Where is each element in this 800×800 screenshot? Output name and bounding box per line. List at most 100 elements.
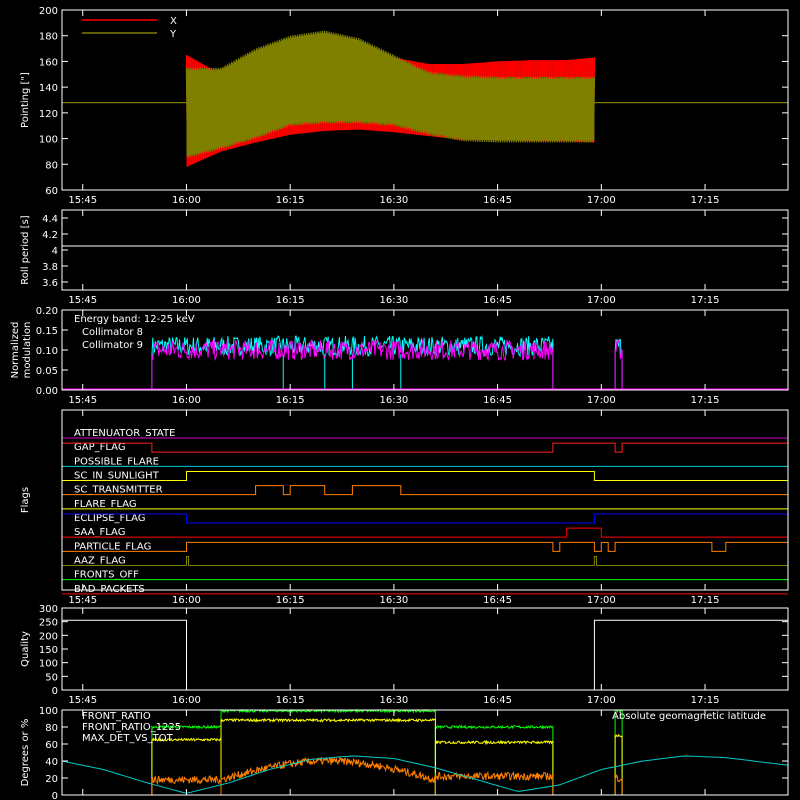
panel-4-xtick-label: 17:15	[691, 595, 720, 606]
panel-2-xtick-label: 16:30	[379, 295, 408, 306]
panel-5-xtick-label: 15:45	[68, 695, 97, 706]
panel-5-ytick-label: 300	[39, 604, 58, 615]
panel-6-ytick-label: 0	[52, 791, 58, 800]
flag-label-particle-flag: PARTICLE_FLAG	[74, 541, 151, 552]
series-y-envelope	[186, 32, 595, 156]
flag-trace-sc-transmitter	[62, 485, 788, 496]
panel-5-ytick-label: 50	[45, 672, 58, 683]
quality-trace	[62, 619, 788, 691]
panel-3-xtick-label: 17:15	[691, 395, 720, 406]
series-front-ratio-1225-trace	[614, 733, 623, 795]
panel-2-xtick-label: 17:00	[587, 295, 616, 306]
panel-3-xtick-label: 16:30	[379, 395, 408, 406]
flag-label-gap-flag: GAP_FLAG	[74, 442, 126, 453]
flag-label-eclipse-flag: ECLIPSE_FLAG	[74, 513, 145, 524]
flag-label-fronts-off: FRONTS_OFF	[74, 570, 139, 581]
panel-5-xtick-label: 16:45	[483, 695, 512, 706]
panel-2-frame	[61, 209, 789, 291]
series-front-ratio-1225-trace	[434, 739, 554, 795]
panel-4-xtick-label: 16:45	[483, 595, 512, 606]
panel-2-xtick-label: 16:45	[483, 295, 512, 306]
flag-label-possible-flare: POSSIBLE_FLARE	[74, 456, 159, 467]
panel-2-xtick-label: 16:00	[172, 295, 201, 306]
legend-front-ratio: FRONT_RATIO	[82, 711, 151, 722]
panel-3-ytick-label: 0.20	[36, 306, 58, 317]
panel-5-xtick-label: 17:00	[587, 695, 616, 706]
series-front-ratio-trace	[614, 709, 623, 795]
series-front-ratio-1225-trace	[220, 717, 436, 795]
panel-1-ytick-label: 200	[39, 6, 58, 17]
flag-label-saa-flag: SAA_FLAG	[74, 527, 125, 538]
panel-5-xtick-label: 16:30	[379, 695, 408, 706]
panel-2-ytick-label: 3.8	[42, 262, 58, 273]
panel-3-xtick-label: 15:45	[68, 395, 97, 406]
legend-label-y: Y	[169, 29, 177, 40]
flag-label-attenuator-state: ATTENUATOR_STATE	[74, 428, 175, 439]
panel-5-xtick-label: 17:15	[691, 695, 720, 706]
flag-trace-particle-flag	[62, 541, 789, 552]
flag-label-sc-transmitter: SC_TRANSMITTER	[74, 485, 163, 496]
panel-3-ylabel: Normalized	[10, 322, 21, 379]
panel-1-xtick-label: 16:00	[172, 195, 201, 206]
panel-2-xtick-label: 15:45	[68, 295, 97, 306]
panel-1-ytick-label: 180	[39, 32, 58, 43]
panel-3-xtick-label: 16:00	[172, 395, 201, 406]
panel-5-ytick-label: 150	[39, 645, 58, 656]
panel-3-ytick-label: 0.00	[36, 386, 58, 397]
panel-1-ytick-label: 60	[45, 186, 58, 197]
legend-label-x: X	[170, 16, 177, 27]
panel-1-xtick-label: 16:45	[483, 195, 512, 206]
flag-trace-eclipse-flag	[61, 513, 789, 524]
flag-label-bad-packets: BAD_PACKETS	[74, 584, 145, 595]
panel-2-ytick-label: 3.6	[42, 278, 58, 289]
panel-2-ylabel: Roll period [s]	[20, 215, 31, 284]
panel-1-xtick-label: 16:15	[276, 195, 305, 206]
legend-front-ratio-1225: FRONT_RATIO_1225	[82, 722, 181, 733]
panel-4-xtick-label: 16:15	[276, 595, 305, 606]
legend-max-det-vs-tot: MAX_DET_VS_TOT	[82, 733, 174, 744]
series-absolute-geomagnetic-latitude-trace	[61, 755, 789, 794]
panel-6-ytick-label: 60	[45, 740, 58, 751]
panel-6-ytick-label: 40	[45, 757, 58, 768]
panel-5-xtick-label: 16:00	[172, 695, 201, 706]
panel-5-ytick-label: 100	[39, 659, 58, 670]
panel-3-xtick-label: 16:15	[276, 395, 305, 406]
series-front-ratio-trace	[220, 708, 436, 795]
panel-3-xtick-label: 17:00	[587, 395, 616, 406]
flag-trace-gap-flag	[61, 442, 789, 453]
panel-6-ylabel: Degrees or %	[20, 719, 31, 787]
panel-1-ytick-label: 80	[45, 160, 58, 171]
panel-4-xtick-label: 16:00	[172, 595, 201, 606]
panel-2-ytick-label: 4.4	[42, 214, 58, 225]
panel-4-xtick-label: 15:45	[68, 595, 97, 606]
series-max-det-vs-tot-trace	[220, 756, 436, 795]
flag-trace-aaz-flag	[62, 556, 788, 566]
panel-6-ytick-label: 80	[45, 723, 58, 734]
flag-label-aaz-flag: AAZ_FLAG	[74, 556, 126, 567]
panel-5-ylabel: Quality	[20, 631, 31, 667]
panel-1-ytick-label: 120	[39, 109, 58, 120]
panel-1-ytick-label: 140	[39, 83, 58, 94]
panel-1-xtick-label: 17:15	[691, 195, 720, 206]
panel-1-ytick-label: 100	[39, 135, 58, 146]
panel-2-xtick-label: 17:15	[691, 295, 720, 306]
panel-3-ytick-label: 0.15	[36, 326, 58, 337]
panel-1-ytick-label: 160	[39, 57, 58, 68]
latitude-annotation: Absolute geomagnetic latitude	[612, 711, 766, 722]
panel-1-xtick-label: 16:30	[379, 195, 408, 206]
series-max-det-vs-tot-trace	[434, 770, 554, 795]
chart-figure: 15:45 16:00 16:15 16:30 16:45 17:00 17:15 Point…	[0, 0, 800, 800]
panel-5-xtick-label: 16:15	[276, 695, 305, 706]
legend-collimator-8: Collimator 8	[82, 327, 143, 338]
panel-2-ytick-label: 4	[52, 246, 58, 257]
panel-5-ytick-label: 200	[39, 631, 58, 642]
panel-6-ytick-label: 100	[39, 706, 58, 717]
panel-5-ytick-label: 0	[52, 686, 58, 697]
panel-3-ytick-label: 0.10	[36, 346, 58, 357]
panel-3-xtick-label: 16:45	[483, 395, 512, 406]
panel-1-xtick-label: 17:00	[587, 195, 616, 206]
panel-6-ytick-label: 20	[45, 774, 58, 785]
panel-1-xtick-label: 15:45	[68, 195, 97, 206]
flag-label-flare-flag: FLARE_FLAG	[74, 499, 137, 510]
panel-1-ylabel: Pointing ["]	[20, 72, 31, 128]
